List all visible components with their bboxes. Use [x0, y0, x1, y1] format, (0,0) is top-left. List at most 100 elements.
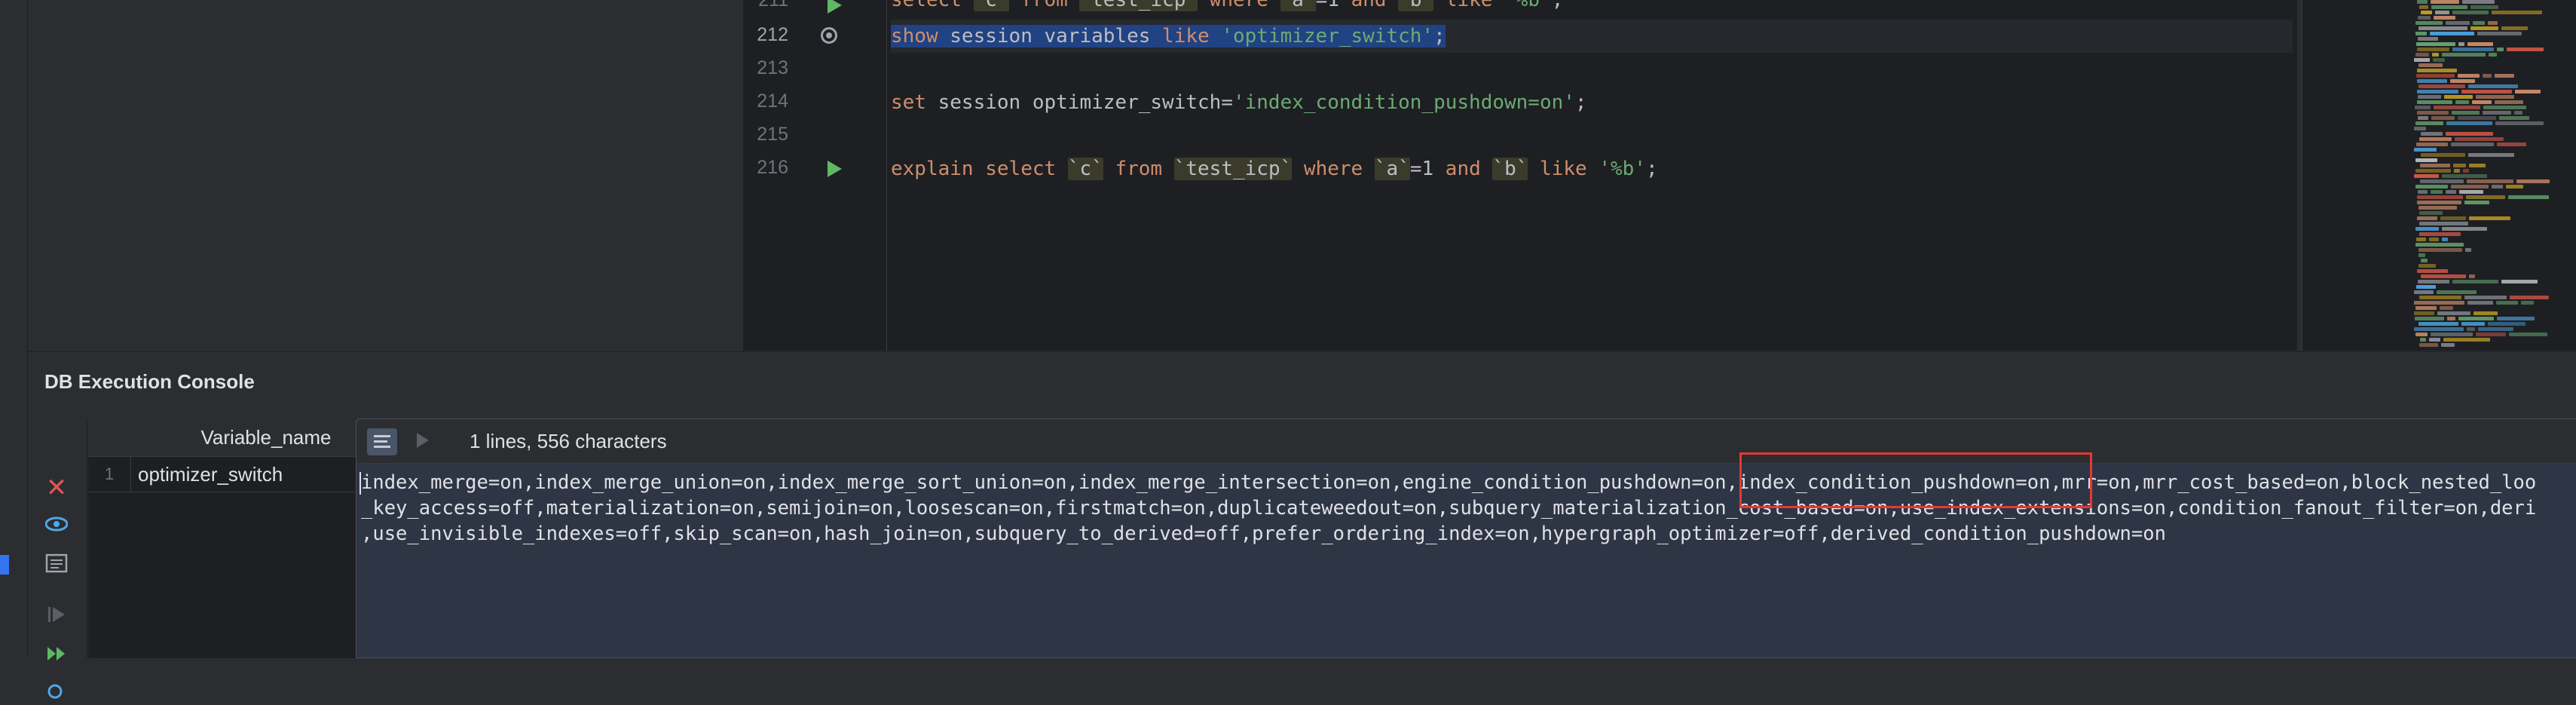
minimap-mark	[2453, 164, 2466, 167]
minimap-mark	[2414, 58, 2430, 62]
editor-gutter: 211 212 213 214 215 216	[743, 0, 887, 351]
grid-header: Variable_name	[88, 418, 378, 457]
line-number: 215	[757, 124, 788, 145]
minimap-mark	[2470, 5, 2498, 9]
minimap-mark	[2492, 185, 2503, 189]
minimap-mark	[2461, 90, 2512, 93]
annotation-highlight-box	[1739, 452, 2092, 508]
fast-forward-icon[interactable]	[44, 642, 69, 666]
project-panel	[28, 0, 742, 351]
minimap-mark	[2416, 42, 2455, 46]
line-number: 211	[758, 0, 788, 11]
minimap-mark	[2478, 327, 2513, 331]
minimap-mark	[2415, 158, 2437, 162]
minimap-mark	[2459, 190, 2483, 194]
minimap-mark	[2472, 100, 2492, 104]
table-row[interactable]: 1 optimizer_switch	[88, 457, 378, 492]
console-toolbar: ✕	[28, 418, 87, 699]
cell-variable-name[interactable]: optimizer_switch	[138, 457, 283, 492]
value-viewer-panel: 1 lines, 556 characters index_merge=on,i…	[356, 418, 2576, 658]
minimap-mark	[2521, 301, 2534, 305]
minimap-mark	[2451, 185, 2489, 189]
column-header-variable-name[interactable]: Variable_name	[153, 418, 379, 456]
play-icon[interactable]	[417, 433, 429, 448]
minimap-mark	[2462, 0, 2495, 4]
minimap-mark	[2415, 227, 2439, 231]
minimap-mark	[2416, 143, 2448, 146]
code-minimap[interactable]	[2302, 0, 2576, 351]
minimap-mark	[2458, 74, 2480, 78]
minimap-mark	[2419, 5, 2428, 9]
code-line-214: set session optimizer_switch='index_cond…	[891, 91, 1587, 114]
minimap-mark	[2497, 48, 2504, 51]
left-edge-badge[interactable]	[0, 555, 9, 575]
minimap-mark	[2492, 11, 2542, 14]
minimap-mark	[2420, 179, 2464, 183]
minimap-mark	[2467, 301, 2493, 305]
minimap-mark	[2430, 32, 2474, 35]
line-number: 214	[757, 90, 788, 112]
minimap-mark	[2418, 264, 2436, 268]
minimap-mark	[2415, 185, 2448, 189]
minimap-mark	[2468, 153, 2514, 157]
minimap-mark	[2435, 11, 2449, 14]
minimap-mark	[2443, 338, 2490, 342]
sql-editor[interactable]: 211 212 213 214 215 216 select `c` from …	[743, 0, 2297, 351]
minimap-mark	[2474, 311, 2498, 315]
minimap-mark	[2419, 211, 2443, 215]
minimap-mark	[2417, 69, 2457, 72]
minimap-mark	[2433, 58, 2445, 62]
minimap-mark	[2421, 153, 2465, 157]
code-line-211: select `c` from `test_icp` where `a`=1 a…	[891, 0, 1563, 17]
minimap-mark	[2437, 290, 2477, 294]
minimap-mark	[2415, 53, 2429, 57]
minimap-mark	[2418, 116, 2428, 120]
minimap-mark	[2476, 333, 2506, 336]
minimap-mark	[2483, 106, 2526, 109]
minimap-mark	[2509, 333, 2547, 336]
result-grid[interactable]: Variable_name 1 optimizer_switch	[88, 418, 378, 658]
eye-icon[interactable]	[44, 512, 69, 536]
search-icon[interactable]	[44, 681, 69, 705]
minimap-mark	[2489, 53, 2497, 57]
minimap-mark	[2446, 132, 2493, 136]
value-text-line: _key_access=off,materialization=on,semij…	[361, 497, 2537, 520]
minimap-mark	[2458, 116, 2496, 120]
minimap-mark	[2417, 0, 2428, 4]
minimap-mark	[2437, 311, 2470, 315]
value-info: 1 lines, 556 characters	[470, 430, 667, 452]
minimap-mark	[2418, 84, 2465, 88]
minimap-mark	[2501, 280, 2538, 284]
minimap-mark	[2419, 137, 2452, 141]
step-icon[interactable]	[44, 602, 69, 627]
minimap-mark	[2417, 111, 2449, 115]
minimap-mark	[2467, 42, 2493, 46]
soft-wrap-icon[interactable]	[367, 428, 397, 455]
minimap-mark	[2420, 164, 2450, 167]
minimap-mark	[2421, 259, 2428, 262]
minimap-mark	[2451, 143, 2494, 146]
minimap-mark	[2501, 26, 2528, 30]
minimap-mark	[2429, 238, 2439, 241]
minimap-mark	[2466, 195, 2505, 199]
minimap-mark	[2415, 21, 2443, 25]
value-text-area[interactable]: index_merge=on,index_merge_union=on,inde…	[356, 463, 2576, 657]
value-text-line: index_merge=on,index_merge_union=on,inde…	[361, 471, 2537, 494]
minimap-mark	[2417, 195, 2463, 199]
record-view-icon[interactable]	[44, 551, 69, 575]
minimap-mark	[2467, 179, 2513, 183]
run-statement-icon[interactable]	[828, 161, 842, 177]
minimap-mark	[2414, 327, 2464, 331]
minimap-mark	[2417, 201, 2461, 204]
minimap-mark	[2415, 121, 2443, 125]
minimap-mark	[2477, 32, 2522, 35]
minimap-mark	[2419, 343, 2438, 347]
minimap-mark	[2455, 137, 2504, 141]
code-area[interactable]: select `c` from `test_icp` where `a`=1 a…	[891, 0, 2297, 351]
minimap-mark	[2458, 42, 2464, 46]
run-statement-icon[interactable]	[828, 0, 842, 14]
execution-point-icon[interactable]	[821, 27, 837, 44]
close-icon[interactable]: ✕	[44, 474, 69, 502]
minimap-mark	[2414, 290, 2434, 294]
minimap-mark	[2508, 195, 2549, 199]
